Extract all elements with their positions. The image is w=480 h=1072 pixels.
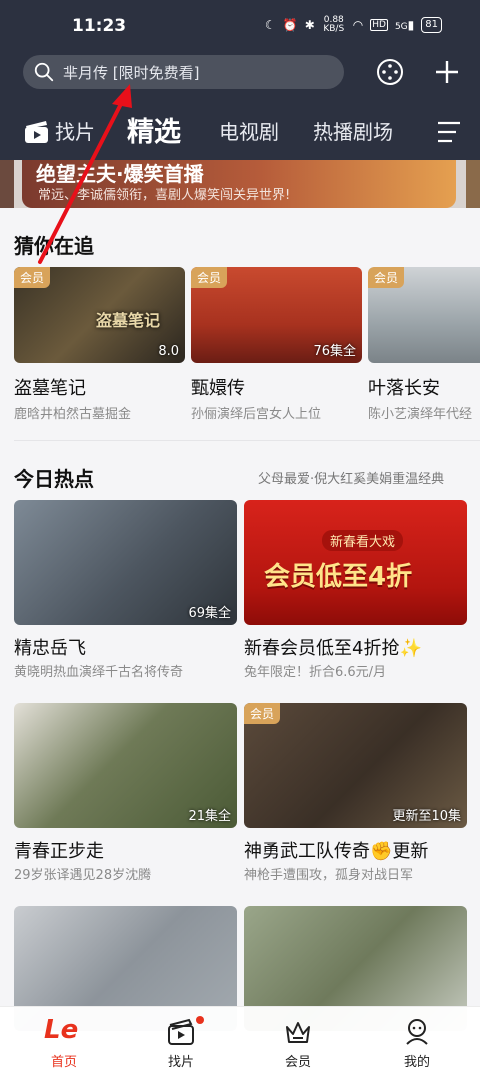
promo-headline: 会员低至4折 <box>264 562 413 592</box>
signal-icon: 5G▮ <box>394 18 415 32</box>
tab-hot-theater[interactable]: 热播剧场 <box>313 116 393 145</box>
promo-vip-discount[interactable]: 新春看大戏 会员低至4折 <box>244 500 467 625</box>
show-name[interactable]: 甄嬛传 <box>191 374 245 400</box>
search-bar[interactable]: 芈月传 [限时免费看] <box>23 55 344 89</box>
episode-count: 69集全 <box>188 606 231 621</box>
clapperboard-icon <box>25 121 48 143</box>
le-logo-icon: Le <box>44 1015 79 1045</box>
show-desc: 孙俪演绎后宫女人上位 <box>191 407 322 422</box>
poster-title-art: 盗墓笔记 <box>96 311 161 330</box>
clapperboard-icon <box>168 1018 194 1045</box>
show-desc: 29岁张译遇见28岁沈腾 <box>14 868 152 883</box>
nav-home[interactable]: Le 首页 <box>24 1007 104 1072</box>
game-controller-icon[interactable] <box>376 58 404 86</box>
rating-label: 8.0 <box>158 344 179 359</box>
nav-find-label: 找片 <box>167 1055 194 1070</box>
nav-mine[interactable]: 我的 <box>377 1007 457 1072</box>
tab-featured[interactable]: 精选 <box>127 110 181 149</box>
nav-mine-label: 我的 <box>403 1055 430 1070</box>
show-desc: 黄晓明热血演绎千古名将传奇 <box>14 665 184 680</box>
section-title-chasing: 猜你在追 <box>14 234 94 258</box>
section-subtitle-hot[interactable]: 父母最爱·倪大红奚美娟重温经典 <box>258 468 444 487</box>
search-icon <box>34 62 54 82</box>
banner-title: 绝望主夫·爆笑首播 <box>36 162 204 186</box>
tab-find[interactable]: 找片 <box>55 116 95 145</box>
poster-qingchun[interactable]: 21集全 <box>14 703 237 828</box>
show-name[interactable]: 青春正步走 <box>14 837 104 863</box>
battery-level: 81 <box>425 19 438 30</box>
poster-yuefei[interactable]: 69集全 <box>14 500 237 625</box>
search-placeholder: 芈月传 [限时免费看] <box>63 63 200 82</box>
app-root: 11:23 ☾ ⏰ ✱ 0.88 KB/S ◠ HD 5G▮ 81 芈月传 [限… <box>0 0 480 1072</box>
vip-badge: 会员 <box>191 267 228 288</box>
bluetooth-icon: ✱ <box>304 18 315 32</box>
banner-subtitle: 常远、李诚儒领衔，喜剧人爆笑闯关异世界! <box>38 188 291 203</box>
show-name[interactable]: 新春会员低至4折抢✨ <box>244 634 422 660</box>
banner-next-peek <box>466 160 480 208</box>
poster-zhenhuan[interactable]: 会员 76集全 <box>191 267 362 363</box>
status-bar: 11:23 ☾ ⏰ ✱ 0.88 KB/S ◠ HD 5G▮ 81 <box>0 0 480 46</box>
episode-count: 21集全 <box>188 809 231 824</box>
add-icon[interactable] <box>433 58 461 86</box>
net-speed: 0.88 KB/S <box>323 15 345 34</box>
bottom-nav: Le 首页 找片 会员 我的 <box>0 1006 480 1072</box>
nav-vip-label: 会员 <box>284 1055 311 1070</box>
episode-count: 更新至10集 <box>392 809 461 824</box>
hero-banner[interactable]: 绝望主夫·爆笑首播 常远、李诚儒领衔，喜剧人爆笑闯关异世界! <box>0 160 480 208</box>
show-desc: 神枪手遭围攻，孤身对战日军 <box>244 868 414 883</box>
wifi-icon: ◠ <box>352 18 364 32</box>
battery-icon: 81 <box>421 17 442 33</box>
vip-badge: 会员 <box>14 267 51 288</box>
status-time: 11:23 <box>72 16 127 36</box>
notification-dot <box>196 1016 204 1024</box>
banner-prev-peek <box>0 160 14 208</box>
poster-daomu[interactable]: 盗墓笔记 会员 8.0 <box>14 267 185 363</box>
show-name[interactable]: 盗墓笔记 <box>14 374 86 400</box>
user-icon <box>406 1019 428 1045</box>
show-desc: 鹿晗井柏然古墓掘金 <box>14 407 132 422</box>
channel-tabs: 找片 精选 电视剧 热播剧场 <box>0 106 480 156</box>
section-title-hot: 今日热点 <box>14 467 94 491</box>
show-desc: 陈小艺演绎年代经 <box>368 407 473 422</box>
status-icons: ☾ ⏰ ✱ 0.88 KB/S ◠ HD 5G▮ 81 <box>265 16 442 34</box>
show-name[interactable]: 精忠岳飞 <box>14 634 86 660</box>
menu-icon[interactable] <box>436 120 462 144</box>
moon-icon: ☾ <box>264 18 276 32</box>
vip-badge: 会员 <box>368 267 405 288</box>
section-divider <box>14 440 480 441</box>
nav-find[interactable]: 找片 <box>141 1007 221 1072</box>
nav-home-label: 首页 <box>50 1055 77 1070</box>
poster-shenyong[interactable]: 会员 更新至10集 <box>244 703 467 828</box>
signal-label: 5G <box>394 22 408 32</box>
promo-badge: 新春看大戏 <box>322 530 404 551</box>
tab-tv-series[interactable]: 电视剧 <box>219 116 279 145</box>
show-name[interactable]: 叶落长安 <box>368 374 440 400</box>
episode-count: 76集全 <box>313 344 356 359</box>
alarm-icon: ⏰ <box>282 18 298 32</box>
show-name[interactable]: 神勇武工队传奇✊更新 <box>244 837 428 863</box>
hd-badge: HD <box>370 19 388 31</box>
top-header: 11:23 ☾ ⏰ ✱ 0.88 KB/S ◠ HD 5G▮ 81 芈月传 [限… <box>0 0 480 160</box>
show-desc: 兔年限定！折合6.6元/月 <box>244 665 387 680</box>
poster-yeluo[interactable]: 会员 <box>368 267 480 363</box>
vip-badge: 会员 <box>244 703 281 724</box>
nav-vip[interactable]: 会员 <box>258 1007 338 1072</box>
banner-card[interactable]: 绝望主夫·爆笑首播 常远、李诚儒领衔，喜剧人爆笑闯关异世界! <box>22 160 456 208</box>
crown-icon <box>286 1022 310 1043</box>
